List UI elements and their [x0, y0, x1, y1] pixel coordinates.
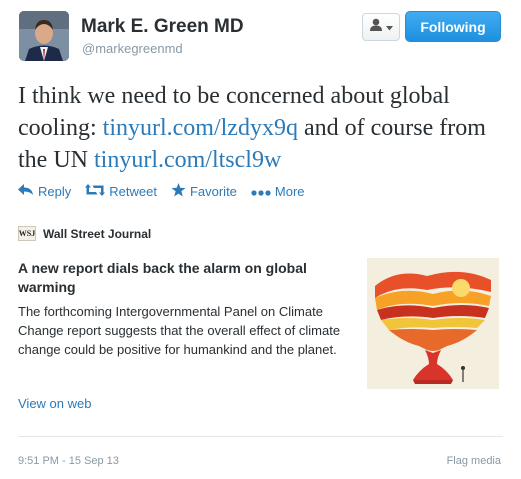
retweet-icon [85, 184, 106, 199]
reply-icon [18, 184, 34, 199]
more-label: More [274, 184, 305, 199]
following-button[interactable]: Following [405, 11, 501, 42]
tweet-actions: Reply Retweet Favorite More [18, 183, 305, 200]
reply-label: Reply [38, 184, 72, 199]
caret-down-icon [386, 18, 393, 36]
user-actions-menu[interactable] [362, 13, 400, 41]
person-icon [369, 18, 383, 36]
retweet-label: Retweet [109, 184, 157, 199]
card-description: The forthcoming Intergovernmental Panel … [18, 304, 341, 357]
card-title[interactable]: A new report dials back the alarm on glo… [18, 259, 348, 297]
flag-media-link[interactable]: Flag media [447, 455, 501, 467]
view-on-web-link[interactable]: View on web [18, 396, 91, 411]
tweet-link[interactable]: tinyurl.com/lzdyx9q [103, 115, 298, 141]
retweet-button[interactable]: Retweet [85, 184, 157, 199]
footer-divider [18, 436, 503, 437]
avatar[interactable] [19, 11, 69, 61]
more-dots-icon [251, 184, 271, 199]
reply-button[interactable]: Reply [18, 184, 71, 199]
star-icon [171, 183, 186, 200]
tweet-timestamp[interactable]: 9:51 PM - 15 Sep 13 [18, 455, 119, 467]
tweet-text: I think we need to be concerned about gl… [18, 80, 503, 176]
card-source-name: Wall Street Journal [43, 226, 152, 241]
author-handle[interactable]: @markegreenmd [82, 41, 183, 56]
card-thumbnail-image[interactable] [367, 258, 499, 389]
tweet-link[interactable]: tinyurl.com/ltscl9w [94, 147, 281, 173]
favorite-button[interactable]: Favorite [171, 183, 237, 200]
author-name[interactable]: Mark E. Green MD [81, 16, 244, 38]
more-button[interactable]: More [251, 184, 305, 199]
wsj-logo: WSJ [18, 226, 36, 241]
favorite-label: Favorite [189, 184, 237, 199]
card-source[interactable]: WSJ Wall Street Journal [18, 226, 151, 241]
